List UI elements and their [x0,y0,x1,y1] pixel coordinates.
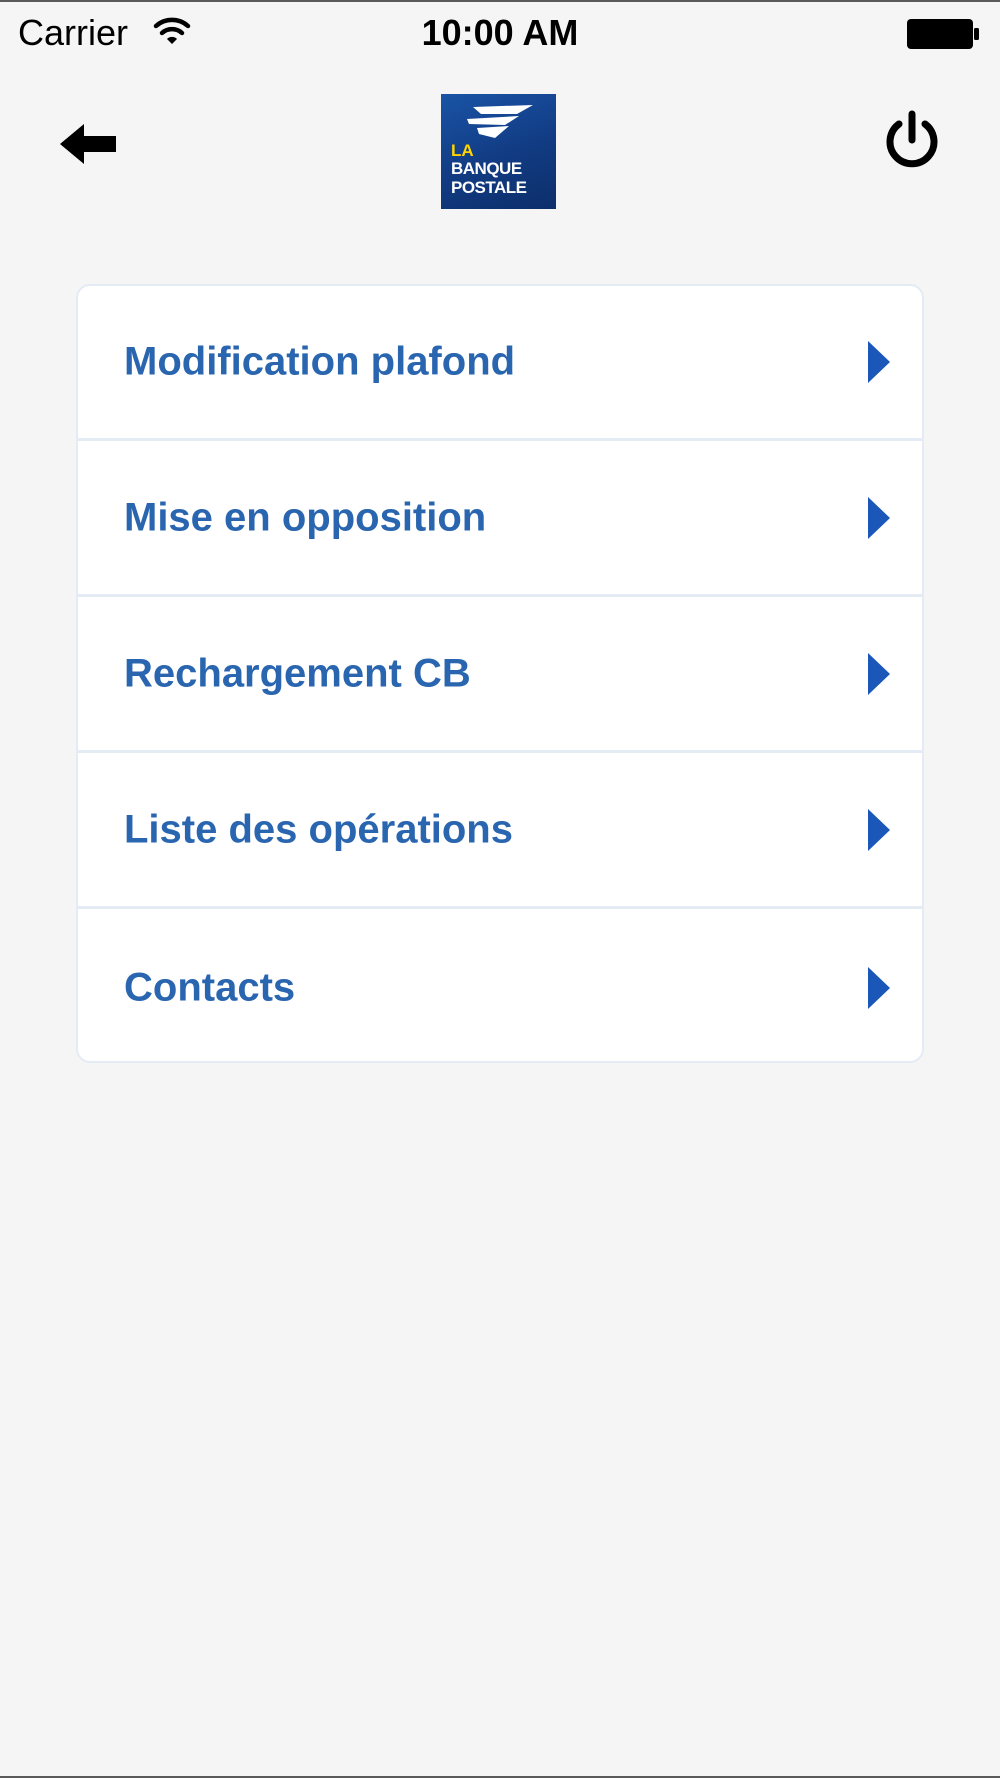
chevron-right-icon [868,809,890,851]
menu-list: Modification plafond Mise en opposition … [76,284,924,1063]
la-banque-postale-logo: LA BANQUE POSTALE [441,94,556,209]
logo-text-la: LA [451,141,474,160]
logo-text-postale: POSTALE [451,178,527,197]
chevron-right-icon [868,497,890,539]
logo-text-banque: BANQUE [451,159,522,178]
menu-item-label: Modification plafond [124,339,516,384]
back-arrow-icon[interactable] [56,118,120,170]
chevron-right-icon [868,341,890,383]
menu-item-modification-plafond[interactable]: Modification plafond [78,286,922,441]
menu-item-label: Liste des opérations [124,807,513,852]
menu-item-rechargement-cb[interactable]: Rechargement CB [78,598,922,753]
battery-icon [907,19,979,49]
power-icon[interactable] [882,110,942,172]
menu-item-label: Contacts [124,965,296,1009]
menu-item-label: Rechargement CB [124,651,471,696]
chevron-right-icon [868,966,890,1009]
chevron-right-icon [868,653,890,695]
menu-item-label: Mise en opposition [124,495,487,540]
menu-item-contacts[interactable]: Contacts [78,910,922,1061]
status-time: 10:00 AM [421,12,579,53]
status-bar: Carrier 10:00 AM [0,0,1000,70]
logo-bird-icon [467,105,533,138]
menu-item-mise-en-opposition[interactable]: Mise en opposition [78,442,922,597]
menu-item-liste-des-operations[interactable]: Liste des opérations [78,754,922,909]
